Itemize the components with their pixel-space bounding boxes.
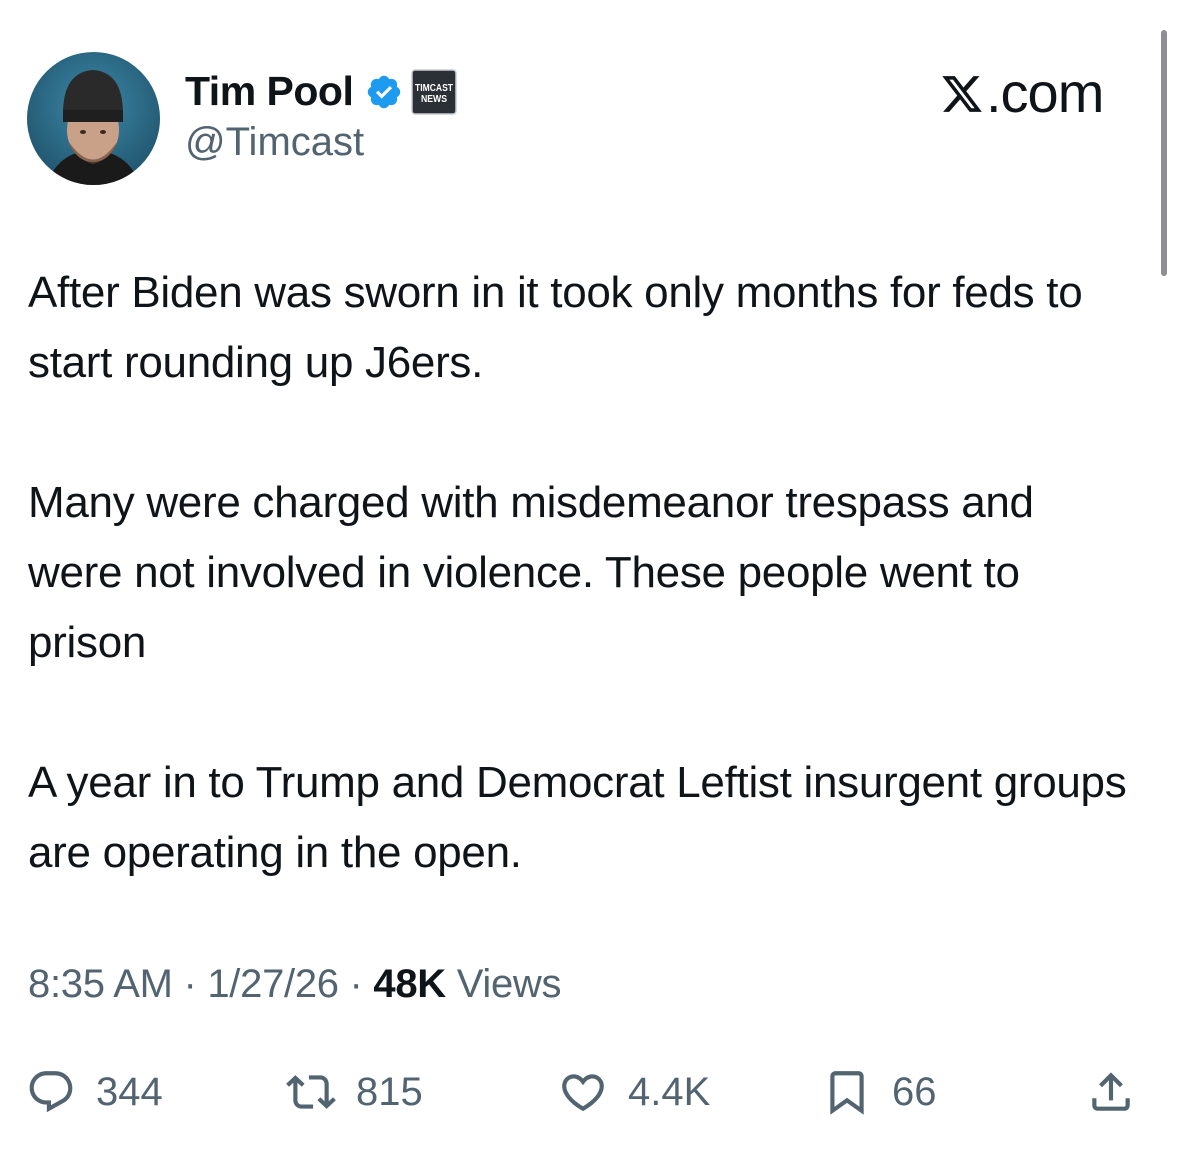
scrollbar[interactable] [1161,30,1167,276]
tweet-meta: 8:35 AM · 1/27/26 · 48K Views [28,962,562,1007]
tweet-time[interactable]: 8:35 AM [28,962,173,1006]
author-handle[interactable]: @Timcast [185,120,364,165]
x-brand-logo: .com [940,60,1104,125]
brand-domain: .com [986,61,1104,124]
repost-count: 815 [356,1069,423,1114]
tweet-paragraph: After Biden was sworn in it took only mo… [28,268,1083,387]
svg-text:NEWS: NEWS [421,94,447,105]
views-label: Views [456,962,562,1006]
share-button[interactable] [1086,1060,1136,1124]
views-count: 48K [373,962,446,1006]
meta-separator: · [349,962,363,1006]
author-name[interactable]: Tim Pool [185,68,354,115]
repost-button[interactable]: 815 [286,1060,423,1124]
reply-button[interactable]: 344 [26,1060,163,1124]
meta-separator: · [183,962,197,1006]
timcast-news-logo[interactable]: TIMCAST NEWS [411,68,458,115]
like-button[interactable]: 4.4K [558,1060,710,1124]
bookmark-count: 66 [892,1069,937,1114]
reply-icon [29,1071,73,1113]
tweet-paragraph: Many were charged with misdemeanor tresp… [28,478,1034,667]
heart-icon [562,1074,604,1112]
tweet-date[interactable]: 1/27/26 [207,962,339,1006]
avatar[interactable] [27,52,160,185]
verified-badge-icon [368,75,401,108]
x-logo-icon [942,76,982,112]
tweet-paragraph: A year in to Trump and Democrat Leftist … [28,758,1127,877]
svg-text:TIMCAST: TIMCAST [415,83,453,94]
share-icon [1092,1072,1130,1111]
bookmark-icon [830,1071,864,1115]
like-count: 4.4K [628,1069,711,1114]
tweet-actions: 344 815 4.4K 66 [0,1060,1179,1130]
reply-count: 344 [96,1069,163,1114]
author-row: Tim Pool TIMCAST NEWS [185,68,458,115]
repost-icon [286,1075,336,1109]
bookmark-button[interactable]: 66 [822,1060,937,1124]
tweet-text: After Biden was sworn in it took only mo… [28,258,1138,958]
